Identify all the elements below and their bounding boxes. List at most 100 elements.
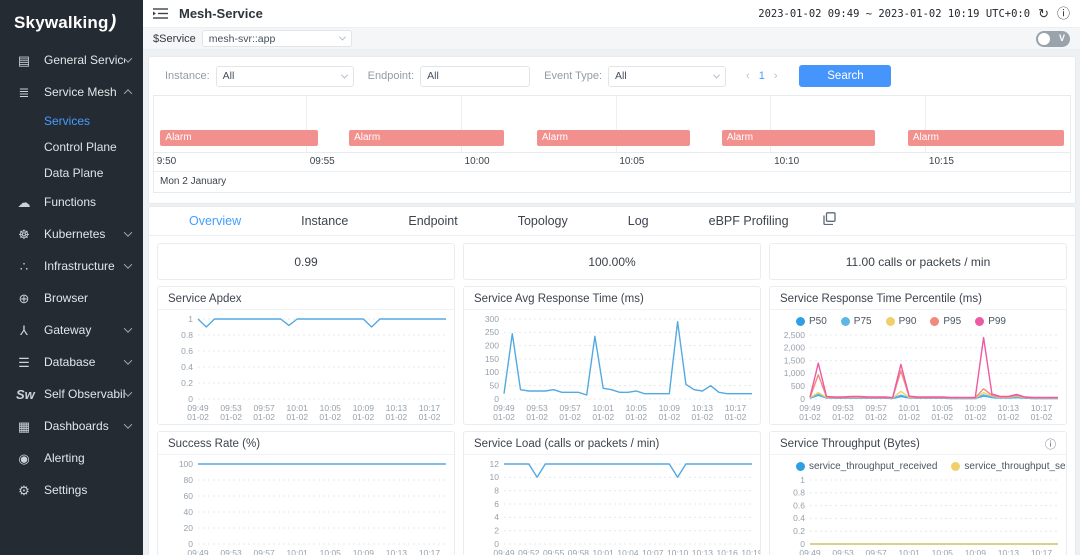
legend-item[interactable]: P50 [796, 316, 827, 327]
layers-icon: ≣ [18, 84, 30, 100]
refresh-icon[interactable]: ↻ [1038, 7, 1049, 20]
next-page-button[interactable]: › [774, 70, 778, 82]
endpoint-input[interactable] [420, 65, 531, 87]
tab-endpoint[interactable]: Endpoint [378, 214, 487, 228]
sidebar-item-infrastructure[interactable]: ∴ Infrastructure [0, 250, 143, 282]
legend-item[interactable]: P95 [930, 316, 961, 327]
metric-card: 11.00 calls or packets / min [769, 243, 1067, 280]
svg-text:2,000: 2,000 [784, 343, 806, 353]
toggle-label: V [1058, 32, 1065, 43]
sidebar-item-self-observability[interactable]: Sw Self Observability [0, 378, 143, 410]
dashboards-icon: ▦ [17, 418, 31, 434]
toggle-knob [1038, 32, 1050, 45]
prev-page-button[interactable]: ‹ [746, 70, 750, 82]
svg-text:09:5301-02: 09:5301-02 [832, 403, 854, 422]
top-header: Mesh-Service 2023-01-02 09:49 ~ 2023-01-… [143, 0, 1080, 28]
version-toggle[interactable]: V [1036, 30, 1070, 47]
alarm-bar[interactable]: Alarm [536, 130, 690, 146]
sidebar-item-control-plane[interactable]: Control Plane [0, 134, 143, 160]
svg-text:0.4: 0.4 [793, 513, 805, 523]
timeline-tick-label: 10:15 [928, 156, 954, 167]
sidebar-item-label: Control Plane [44, 140, 117, 154]
sidebar-item-services[interactable]: Services [0, 108, 143, 134]
database-icon: ☰ [18, 354, 30, 370]
svg-text:250: 250 [485, 327, 499, 337]
tab-ebpf-profiling[interactable]: eBPF Profiling [679, 214, 819, 228]
chevron-down-icon [712, 71, 721, 79]
instance-label: Instance: [165, 70, 210, 82]
series-line-service load [504, 463, 752, 478]
sidebar-item-label: Database [44, 355, 96, 369]
svg-text:0.2: 0.2 [793, 526, 805, 536]
time-range[interactable]: 2023-01-02 09:49 ~ 2023-01-02 10:19 UTC+… [758, 8, 1030, 20]
timeline-tick-label: 9:50 [156, 156, 177, 167]
metric-card: 100.00% [463, 243, 761, 280]
metric-card: 0.99 [157, 243, 455, 280]
alarm-bar[interactable]: Alarm [721, 130, 875, 146]
legend-item[interactable]: P99 [975, 316, 1006, 327]
logo-swoosh-icon: ) [107, 11, 119, 34]
alarm-bar[interactable]: Alarm [160, 130, 318, 146]
legend-dot-icon [885, 317, 895, 326]
svg-text:10:0101-02: 10:0101-02 [592, 403, 614, 422]
alarm-bar[interactable]: Alarm [349, 130, 504, 146]
sidebar-item-general-service[interactable]: ▤ General Service [0, 44, 143, 76]
legend-item[interactable]: service_throughput_sent [951, 461, 1066, 472]
legend-item[interactable]: P75 [840, 316, 872, 327]
sidebar-item-label: Gateway [44, 323, 92, 337]
svg-text:200: 200 [485, 340, 499, 350]
sidebar-item-label: Services [44, 114, 91, 128]
svg-text:09:4901-02: 09:4901-02 [493, 403, 515, 422]
sidebar-item-settings[interactable]: ⚙ Settings [0, 474, 143, 506]
chevron-down-icon [123, 388, 133, 397]
tab-log[interactable]: Log [598, 214, 679, 228]
service-select[interactable]: mesh-svr::app [201, 30, 352, 47]
chart-body: 0 0.2 0.4 0.6 0.8 1 09:49 01-02 09:53 01-02 09:57 0… [158, 310, 454, 424]
alarm-timeline: Alarm Alarm Alarm Alarm Alarm 9:50 09:55 10:00… [153, 95, 1071, 193]
svg-text:1: 1 [800, 475, 805, 485]
legend-dot-icon [930, 317, 940, 326]
legend-item[interactable]: service_throughput_received [796, 461, 937, 472]
info-icon[interactable]: ⓘ [1045, 436, 1056, 452]
svg-text:10:0901-02: 10:0901-02 [352, 403, 374, 422]
alarm-bar[interactable]: Alarm [907, 130, 1064, 146]
tab-overview[interactable]: Overview [159, 214, 271, 228]
svg-text:100: 100 [179, 459, 193, 469]
search-button[interactable]: Search [799, 65, 892, 87]
svg-text:2: 2 [494, 525, 499, 535]
sidebar: Skywalking) ▤ General Service ≣ Service Mes… [0, 0, 143, 555]
legend-item[interactable]: P90 [885, 316, 916, 327]
svg-text:500: 500 [791, 381, 805, 391]
sidebar-item-label: Self Observability [44, 387, 125, 401]
page-title: Mesh-Service [179, 6, 263, 21]
chevron-down-icon [340, 71, 348, 79]
sidebar-item-gateway[interactable]: ⅄ Gateway [0, 314, 143, 346]
infrastructure-icon: ∴ [19, 258, 29, 274]
sidebar-item-dashboards[interactable]: ▦ Dashboards [0, 410, 143, 442]
svg-text:10:1601-02: 10:1601-02 [716, 548, 738, 555]
series-line-P99 [809, 336, 1058, 399]
tab-topology[interactable]: Topology [488, 214, 598, 228]
sidebar-item-browser[interactable]: ⊕ Browser [0, 282, 143, 314]
copy-dashboard-icon[interactable] [822, 212, 836, 230]
chart-card-service-load: Service Load (calls or packets / min) 0 2 4… [463, 431, 761, 555]
svg-text:09:5301-02: 09:5301-02 [832, 548, 854, 555]
sidebar-item-kubernetes[interactable]: ☸ Kubernetes [0, 218, 143, 250]
instance-select[interactable]: All [215, 65, 354, 87]
chart-canvas: 02040608010009:4901-0209:5301-0209:5701-… [179, 459, 446, 555]
info-icon[interactable]: ⓘ [1057, 7, 1070, 20]
sidebar-item-service-mesh[interactable]: ≣ Service Mesh [0, 76, 143, 108]
menu-fold-icon[interactable] [153, 6, 169, 22]
sidebar-item-alerting[interactable]: ◉ Alerting [0, 442, 143, 474]
legend-label: P75 [853, 316, 872, 327]
chart-title: Service Response Time Percentile (ms) [780, 292, 982, 305]
chart-body: P50 P75 P90 P95 P99 0 500 1,000 1,500 2,000 2,500 0… [770, 310, 1066, 424]
tab-instance[interactable]: Instance [271, 214, 378, 228]
svg-text:09:4901-02: 09:4901-02 [493, 548, 515, 555]
event-type-select[interactable]: All [608, 65, 727, 87]
sidebar-item-data-plane[interactable]: Data Plane [0, 160, 143, 186]
series-line-P95 [809, 370, 1058, 399]
sidebar-item-functions[interactable]: ☁ Functions [0, 186, 143, 218]
alerting-icon: ◉ [18, 450, 30, 466]
sidebar-item-database[interactable]: ☰ Database [0, 346, 143, 378]
